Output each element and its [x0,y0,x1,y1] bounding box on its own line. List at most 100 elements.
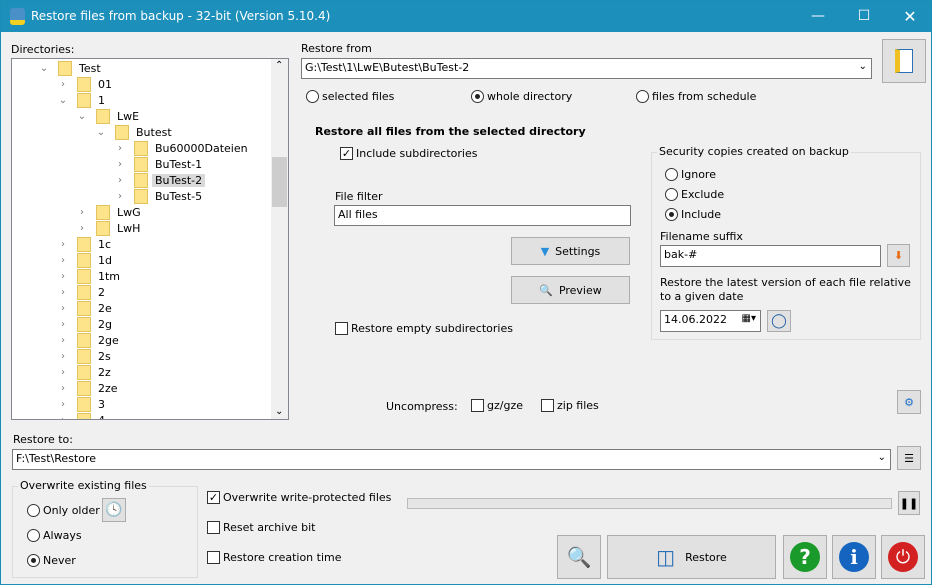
tree-node[interactable]: › BuTest-1 [114,156,205,172]
tree-node[interactable]: › 3 [57,396,108,412]
suffix-default-button[interactable]: ⬇ [887,244,910,267]
restore-from-combo[interactable]: G:\Test\1\LwE\Butest\BuTest-2 ⌄ [301,58,872,79]
tree-node[interactable]: › 1tm [57,268,123,284]
overwrite-only-older-radio[interactable]: Only older [27,504,100,517]
restore-button[interactable]: ◫ Restore [607,535,776,579]
folder-tree-icon: ☰ [904,451,914,465]
chevron-right-icon[interactable]: › [57,255,69,266]
reset-archive-bit-checkbox[interactable]: Reset archive bit [207,521,315,534]
restore-creation-time-checkbox[interactable]: Restore creation time [207,551,342,564]
minimize-button[interactable]: — [795,1,841,32]
chevron-down-icon[interactable]: ⌄ [38,63,50,74]
tree-node[interactable]: › 2z [57,364,114,380]
preview-button[interactable]: 🔍 Preview [511,276,630,304]
tree-node[interactable]: › Bu60000Dateien [114,140,251,156]
tree-node[interactable]: › 1d [57,252,115,268]
chevron-down-icon[interactable]: ⌄ [57,95,69,106]
time-settings-button[interactable]: 🕓 [102,498,126,522]
filename-suffix-input[interactable]: bak-# [660,245,881,267]
restore-empty-subdirs-checkbox[interactable]: Restore empty subdirectories [335,322,513,335]
tree-node-label: Bu60000Dateien [155,141,248,155]
chevron-right-icon[interactable]: › [57,367,69,378]
include-subdirectories-checkbox[interactable]: ✓ Include subdirectories [340,147,477,160]
check-icon: ✓ [207,491,220,504]
mode-selected-files[interactable]: selected files [306,90,394,103]
tree-node[interactable]: › 01 [57,76,115,92]
chevron-right-icon[interactable]: › [114,143,126,154]
zip-checkbox[interactable]: zip files [541,399,599,412]
tree-scrollbar[interactable]: ⌃ ⌄ [271,59,288,419]
tree-node[interactable]: ⌄ Butest [95,124,175,140]
tree-node[interactable]: › 4 [57,412,108,420]
chevron-right-icon[interactable]: › [57,319,69,330]
close-button[interactable]: ✕ [887,1,932,32]
chevron-right-icon[interactable]: › [57,351,69,362]
overwrite-always-radio[interactable]: Always [27,529,82,542]
mode-whole-directory[interactable]: whole directory [471,90,572,103]
security-ignore-radio[interactable]: Ignore [665,168,716,181]
log-view-button[interactable]: 🔍 [557,535,601,579]
tree-node-label: Test [79,61,101,75]
tree-node[interactable]: › 2ze [57,380,121,396]
chevron-down-icon[interactable]: ⌄ [76,111,88,122]
chevron-right-icon[interactable]: › [57,399,69,410]
info-button[interactable]: i [832,535,876,579]
help-button[interactable]: ? [783,535,827,579]
exit-button[interactable]: ⏻ [881,535,925,579]
tree-node[interactable]: › LwG [76,204,144,220]
tree-node[interactable]: ⌄ LwE [76,108,142,124]
chevron-right-icon[interactable]: › [114,191,126,202]
preview-icon: 🔍 [539,283,553,297]
maximize-button[interactable]: ☐ [841,1,887,32]
reset-date-button[interactable]: ◯ [767,310,791,332]
browse-tree-button[interactable]: ☰ [897,446,921,470]
chevron-right-icon[interactable]: › [57,271,69,282]
file-filter-input[interactable]: All files [334,205,631,226]
chevron-right-icon[interactable]: › [57,239,69,250]
tree-node[interactable]: › BuTest-5 [114,188,205,204]
chevron-right-icon[interactable]: › [57,383,69,394]
tree-node-label: 2e [98,301,112,315]
chevron-right-icon[interactable]: › [76,223,88,234]
security-exclude-radio[interactable]: Exclude [665,188,724,201]
open-file-button[interactable] [882,39,926,83]
tree-node[interactable]: › 1c [57,236,114,252]
chevron-right-icon[interactable]: › [57,79,69,90]
tree-node[interactable]: › 2ge [57,332,122,348]
options-gear-button[interactable]: ⚙ [897,390,921,414]
chevron-right-icon[interactable]: › [57,287,69,298]
gz-checkbox[interactable]: gz/gze [471,399,523,412]
tree-node[interactable]: ⌄ 1 [57,92,108,108]
tree-node[interactable]: › 2s [57,348,114,364]
tree-node[interactable]: ⌄ Test [38,60,104,76]
tree-node[interactable]: › BuTest-2 [114,172,206,188]
chevron-right-icon[interactable]: › [114,159,126,170]
help-icon: ? [790,542,820,572]
chevron-right-icon[interactable]: › [76,207,88,218]
tree-node[interactable]: › 2g [57,316,115,332]
tree-node[interactable]: › 2 [57,284,108,300]
checkbox-box [207,551,220,564]
mode-files-from-schedule[interactable]: files from schedule [636,90,756,103]
scroll-up-icon[interactable]: ⌃ [275,60,283,71]
chevron-right-icon[interactable]: › [57,303,69,314]
restore-to-combo[interactable]: F:\Test\Restore ⌄ [12,449,891,470]
pause-button[interactable]: ❚❚ [898,491,920,515]
security-include-radio[interactable]: Include [665,208,721,221]
checkbox-label: Restore creation time [223,551,342,564]
chevron-right-icon[interactable]: › [57,335,69,346]
tree-node[interactable]: › 2e [57,300,115,316]
chevron-down-icon[interactable]: ⌄ [95,127,107,138]
overwrite-never-radio[interactable]: Never [27,554,76,567]
tree-node-label: Butest [136,125,172,139]
scroll-thumb[interactable] [272,157,287,207]
directory-tree[interactable]: ⌄ Test › 01 ⌄ 1 ⌄ LwE ⌄ Butest › Bu60000Dateien › BuT… [11,58,289,420]
tree-node[interactable]: › LwH [76,220,143,236]
chevron-right-icon[interactable]: › [57,415,69,420]
folder-icon [77,380,91,396]
chevron-right-icon[interactable]: › [114,175,126,186]
date-picker[interactable]: 14.06.2022 ▦▾ [660,310,761,332]
settings-button[interactable]: ▼ Settings [511,237,630,265]
overwrite-write-protected-checkbox[interactable]: ✓ Overwrite write-protected files [207,491,391,504]
scroll-down-icon[interactable]: ⌄ [275,406,283,417]
